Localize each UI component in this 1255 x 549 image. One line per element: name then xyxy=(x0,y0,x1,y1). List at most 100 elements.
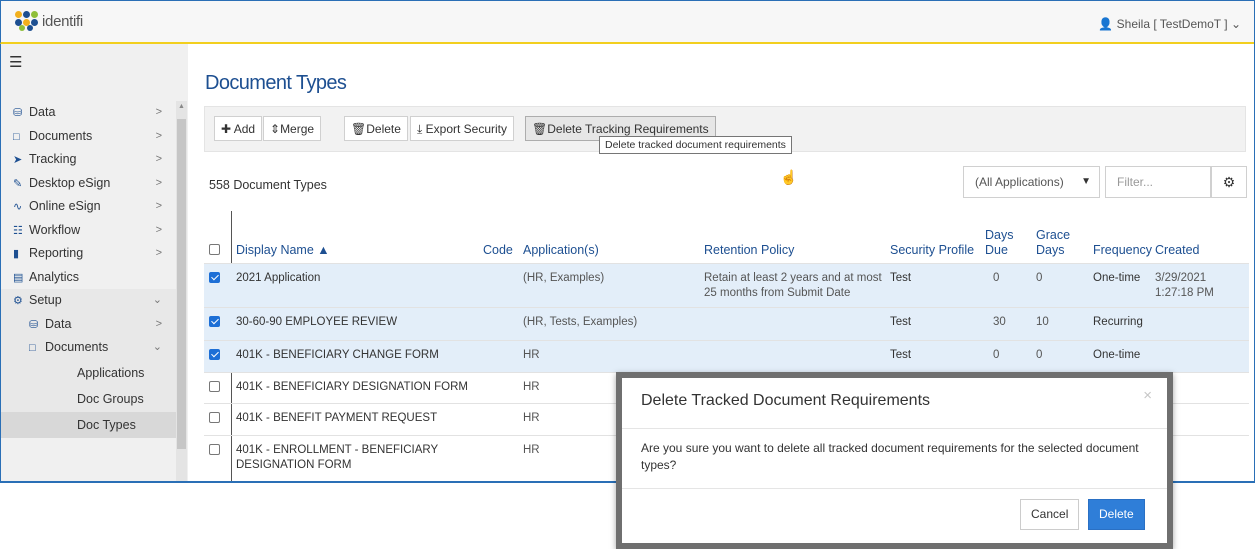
cell-display-name: 401K - BENEFIT PAYMENT REQUEST xyxy=(236,412,438,424)
cell-security-profile: Test xyxy=(890,349,912,361)
sidebar-item-analytics[interactable]: ▤ Analytics xyxy=(1,266,176,290)
row-checkbox[interactable] xyxy=(209,272,220,283)
send-icon: ➤ xyxy=(13,154,23,166)
sidebar-subitem-applications[interactable]: Applications xyxy=(1,359,176,386)
sidebar-item-label: Workflow xyxy=(29,222,81,237)
gear-icon[interactable]: ⚙ xyxy=(1211,166,1247,198)
cell-display-name: 30-60-90 EMPLOYEE REVIEW xyxy=(236,316,398,328)
sidebar-item-desktop-esign[interactable]: ✎ Desktop eSign > xyxy=(1,172,176,196)
sidebar-item-label: Online eSign xyxy=(29,199,101,213)
row-checkbox[interactable] xyxy=(209,381,220,392)
sidebar-item-setup[interactable]: ⚙ Setup ⌄ xyxy=(1,289,176,313)
sidebar-item-workflow[interactable]: ☷ Workflow > xyxy=(1,219,176,243)
sidebar-item-label: Setup xyxy=(29,293,62,307)
sidebar-item-documents[interactable]: □ Documents > xyxy=(1,125,176,149)
database-icon: ⛁ xyxy=(29,318,39,331)
sidebar: ☰ ⛁ Data > □ Documents > ➤ Tracking > ✎ Desktop… xyxy=(0,44,188,481)
sidebar-item-label: Tracking xyxy=(29,152,77,166)
header-frequency[interactable]: Frequency xyxy=(1093,243,1152,258)
sitemap-icon: ☷ xyxy=(13,224,23,237)
cell-applications: HR xyxy=(523,349,540,361)
trash-icon: 🗑 xyxy=(351,122,367,136)
tooltip: Delete tracked document requirements xyxy=(599,136,792,154)
sidebar-item-reporting[interactable]: ▮ Reporting > xyxy=(1,242,176,266)
sidebar-item-data[interactable]: ⛁ Data > xyxy=(1,101,176,125)
chart-icon: ▤ xyxy=(13,271,24,284)
chevron-down-icon: ⌄ xyxy=(1230,17,1241,31)
user-icon: 👤 xyxy=(1098,17,1114,31)
sidebar-item-label: Reporting xyxy=(29,246,84,260)
add-button[interactable]: ✚ Add xyxy=(214,116,263,141)
cancel-button[interactable]: Cancel xyxy=(1020,499,1080,530)
plus-icon: ✚ xyxy=(221,122,232,136)
table-row[interactable]: 2021 Application (HR, Examples) Retain a… xyxy=(204,263,1249,308)
chevron-right-icon: > xyxy=(155,223,162,236)
cell-days-due: 0 xyxy=(993,272,1000,284)
merge-button[interactable]: ⇕Merge xyxy=(263,116,322,141)
row-checkbox[interactable] xyxy=(209,349,220,360)
cell-applications: HR xyxy=(523,412,540,424)
delete-button[interactable]: 🗑Delete xyxy=(344,116,408,141)
header-security-profile[interactable]: Security Profile xyxy=(890,243,974,258)
user-menu[interactable]: 👤 Sheila [ TestDemoT ] ⌄ xyxy=(1098,17,1241,31)
page-title: Document Types xyxy=(205,72,347,94)
grid-header: Display Name ▲ Code Application(s) Reten… xyxy=(204,211,1249,263)
logo-text: identifi xyxy=(42,12,83,30)
select-all-checkbox[interactable] xyxy=(209,244,220,255)
table-row[interactable]: 30-60-90 EMPLOYEE REVIEW (HR, Tests, Exa… xyxy=(204,307,1249,341)
header-grace-days[interactable]: Grace Days xyxy=(1036,228,1070,258)
cell-applications: HR xyxy=(523,381,540,393)
cell-security-profile: Test xyxy=(890,316,912,328)
scroll-thumb[interactable] xyxy=(177,119,186,449)
application-filter-select[interactable]: (All Applications) ▼ xyxy=(963,166,1100,198)
header-days-due[interactable]: Days Due xyxy=(985,228,1015,258)
sidebar-item-online-esign[interactable]: ∿ Online eSign > xyxy=(1,195,176,219)
scroll-up-icon[interactable]: ▲ xyxy=(177,103,186,110)
sidebar-scrollbar[interactable]: ▲ xyxy=(176,101,187,481)
row-checkbox[interactable] xyxy=(209,316,220,327)
header-display-name[interactable]: Display Name ▲ xyxy=(236,243,330,258)
chevron-down-icon: ⌄ xyxy=(152,294,162,306)
cell-frequency: Recurring xyxy=(1093,316,1143,328)
sidebar-nav: ⛁ Data > □ Documents > ➤ Tracking > ✎ Desktop e… xyxy=(1,101,176,438)
table-row[interactable]: 401K - BENEFICIARY CHANGE FORM HR Test 0… xyxy=(204,340,1249,373)
hamburger-menu-icon[interactable]: ☰ xyxy=(9,53,22,71)
header-created[interactable]: Created xyxy=(1155,243,1199,258)
sidebar-subitem-documents[interactable]: □ Documents ⌄ xyxy=(1,336,176,360)
sidebar-subitem-doc-groups[interactable]: Doc Groups xyxy=(1,385,176,412)
sidebar-item-label: Desktop eSign xyxy=(29,175,111,190)
cell-applications: HR xyxy=(523,444,540,456)
cell-display-name: 2021 Application xyxy=(236,272,321,284)
sidebar-subitem-doc-types[interactable]: Doc Types xyxy=(1,411,176,438)
sidebar-item-label: Data xyxy=(45,316,72,331)
chevron-right-icon: > xyxy=(155,106,162,118)
sidebar-subitem-data[interactable]: ⛁ Data > xyxy=(1,312,176,336)
header-retention-policy[interactable]: Retention Policy xyxy=(704,243,794,258)
header-code[interactable]: Code xyxy=(483,243,513,258)
chevron-down-icon: ▼ xyxy=(1081,176,1091,187)
user-label: Sheila [ TestDemoT ] xyxy=(1116,17,1228,31)
logo[interactable]: identifi xyxy=(15,11,83,31)
row-checkbox[interactable] xyxy=(209,444,220,455)
file-icon: ▮ xyxy=(13,248,20,260)
trash-icon: 🗑 xyxy=(532,122,548,136)
row-checkbox[interactable] xyxy=(209,412,220,423)
cell-applications: (HR, Examples) xyxy=(523,272,605,284)
logo-mark-icon xyxy=(15,11,39,31)
cell-applications: (HR, Tests, Examples) xyxy=(523,316,638,328)
filter-input[interactable]: Filter... xyxy=(1105,166,1211,198)
export-security-label: Export Security xyxy=(425,122,508,136)
application-filter-value: (All Applications) xyxy=(975,175,1064,189)
merge-label: Merge xyxy=(280,122,315,136)
close-icon[interactable]: × xyxy=(1143,387,1152,404)
chevron-right-icon: > xyxy=(155,247,162,259)
cell-retention-policy: Retain at least 2 years and at most 25 m… xyxy=(704,272,882,299)
cell-display-name: 401K - BENEFICIARY DESIGNATION FORM xyxy=(236,381,468,393)
cell-display-name: 401K - ENROLLMENT - BENEFICIARY DESIGNAT… xyxy=(236,444,438,471)
export-security-button[interactable]: ⤓ Export Security xyxy=(410,116,515,141)
sidebar-item-tracking[interactable]: ➤ Tracking > xyxy=(1,148,176,172)
cell-grace-days: 0 xyxy=(1036,349,1043,361)
header-applications[interactable]: Application(s) xyxy=(523,243,599,258)
document-type-count: 558 Document Types xyxy=(209,178,327,192)
confirm-delete-button[interactable]: Delete xyxy=(1088,499,1145,530)
